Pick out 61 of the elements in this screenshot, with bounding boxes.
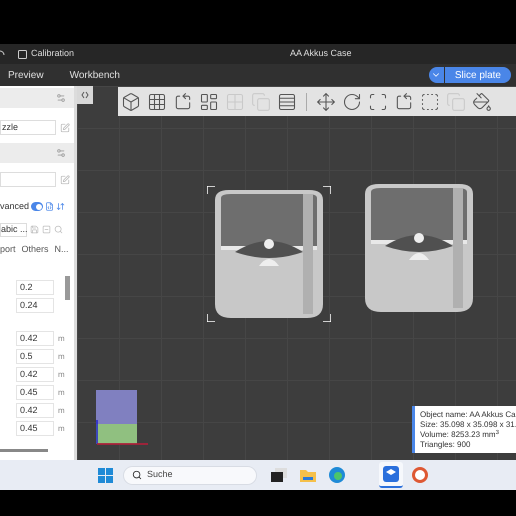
scale-icon[interactable]: [368, 92, 388, 112]
settings-tab[interactable]: Others: [22, 242, 49, 256]
preset-dropdown[interactable]: abic ...: [0, 222, 27, 236]
tab[interactable]: Workbench: [70, 68, 120, 82]
folder-icon: [300, 468, 316, 482]
input-field[interactable]: [0, 172, 56, 187]
settings-icon[interactable]: [56, 148, 66, 158]
rotate-icon[interactable]: [342, 92, 362, 112]
dropdown-button[interactable]: [428, 67, 444, 83]
move-icon[interactable]: [316, 92, 336, 112]
viewport[interactable]: Object name: AA Akkus Ca Size: 35.098 x 35.098 x 31. Volume: 8253.23 mm$^{3}$ Triangles: 900: [77, 86, 516, 460]
unit-label: m: [58, 386, 65, 398]
tilted-square-icon[interactable]: [394, 92, 414, 112]
horizontal-scrollbar[interactable]: [0, 449, 48, 452]
value-field[interactable]: 0.45: [16, 385, 54, 400]
grid-icon[interactable]: [147, 92, 167, 112]
paint-icon[interactable]: [472, 92, 492, 112]
browser-icon: [329, 467, 345, 483]
unit-label: m: [58, 350, 65, 362]
unit-label: m: [58, 404, 65, 416]
info-line: Triangles: 900: [420, 440, 472, 450]
search-icon: [132, 470, 142, 480]
value-field[interactable]: 0.42: [16, 367, 54, 382]
unit-label: m: [58, 422, 65, 434]
layout-icon[interactable]: [199, 92, 219, 112]
value-field[interactable]: 0.2: [16, 280, 54, 295]
collapse-button[interactable]: [77, 86, 93, 104]
duck-icon: [412, 467, 428, 483]
cube-icon[interactable]: [121, 92, 141, 112]
slice-plate-button[interactable]: Slice plate: [444, 67, 511, 83]
vertical-scrollbar[interactable]: [65, 276, 70, 300]
unit-label: m: [58, 332, 65, 344]
windows-start-icon[interactable]: [98, 468, 113, 482]
value-field[interactable]: 0.42: [16, 331, 54, 346]
value-field[interactable]: 0.24: [16, 298, 54, 313]
cup-model-drawing[interactable]: [207, 186, 331, 322]
advanced-toggle[interactable]: [31, 202, 44, 212]
settings-tab[interactable]: port: [0, 242, 16, 256]
value-field[interactable]: 0.45: [16, 421, 54, 436]
compare-icon[interactable]: [56, 202, 66, 212]
calibration-icon[interactable]: [18, 50, 27, 58]
settings-tab[interactable]: N...: [54, 242, 69, 256]
window-title: AA Akkus Case: [290, 47, 352, 60]
code-icon: [81, 91, 89, 99]
calibration-menu[interactable]: Calibration: [31, 47, 74, 61]
info-line: Volume: 8253.23 mm$^{3}$: [420, 430, 500, 440]
info-line: Object name: AA Akkus Ca: [420, 410, 516, 420]
value-field[interactable]: 0.5: [16, 349, 54, 364]
nozzle-field[interactable]: zzle: [0, 120, 56, 135]
value-field[interactable]: 0.42: [16, 403, 54, 418]
cube-app-icon: [383, 466, 399, 482]
task-view-icon: [271, 468, 287, 482]
layers-icon[interactable]: [277, 92, 297, 112]
info-line: Size: 35.098 x 35.098 x 31.: [420, 420, 516, 430]
tab[interactable]: Preview: [8, 68, 44, 82]
unit-label: m: [58, 368, 65, 380]
settings-icon[interactable]: [56, 93, 66, 103]
advanced-label: vanced: [0, 200, 30, 213]
tilted-square-icon[interactable]: [173, 92, 193, 112]
cut-icon[interactable]: [420, 92, 440, 112]
search-field[interactable]: Suche: [123, 466, 257, 484]
